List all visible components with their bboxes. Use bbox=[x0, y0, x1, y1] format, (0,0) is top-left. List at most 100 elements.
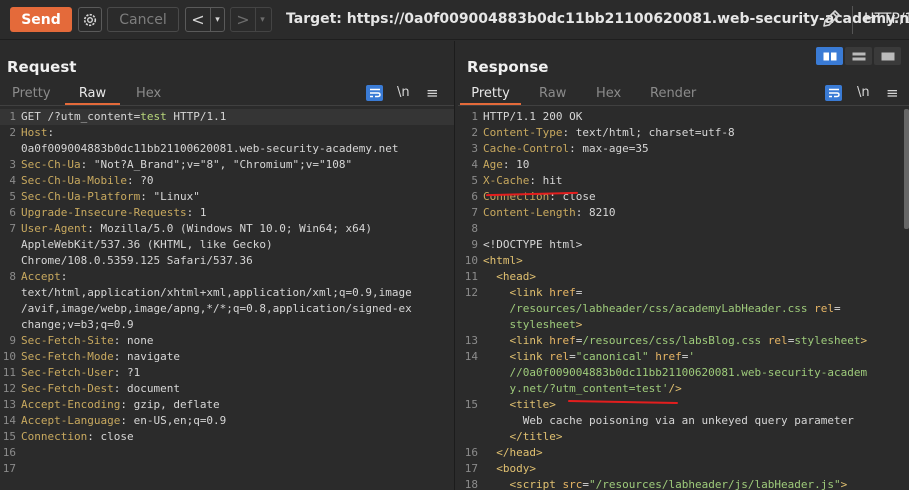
layout-split-vertical-button[interactable] bbox=[845, 47, 872, 65]
line-number: 17 bbox=[2, 462, 16, 475]
code-text: /resources/labheader/css/academyLabHeade… bbox=[483, 301, 841, 317]
layout-toggle-group bbox=[816, 47, 901, 65]
code-token: GET /?utm_content= bbox=[21, 110, 141, 123]
code-text: y.net/?utm_content=test'/> bbox=[483, 381, 682, 397]
line-number: 16 bbox=[2, 446, 16, 459]
code-token: Chrome/108.0.5359.125 Safari/537.36 bbox=[21, 254, 253, 267]
code-token: : "Linux" bbox=[140, 190, 200, 203]
word-wrap-toggle[interactable] bbox=[366, 85, 383, 101]
code-token: AppleWebKit/537.36 (KHTML, like Gecko) bbox=[21, 238, 273, 251]
tab-render[interactable]: Render bbox=[650, 85, 696, 105]
line-number bbox=[458, 429, 483, 445]
show-newlines-toggle[interactable]: \n bbox=[857, 85, 870, 100]
code-token: Age bbox=[483, 158, 503, 171]
target-label: Target: https://0a0f009004883b0dc11bb211… bbox=[286, 11, 909, 27]
response-scrollbar[interactable] bbox=[904, 109, 909, 229]
code-token: Sec-Fetch-User bbox=[21, 366, 114, 379]
forward-dropdown[interactable]: ▾ bbox=[255, 8, 269, 31]
code-line: 8 Accept: bbox=[0, 269, 454, 285]
line-number: 13 bbox=[464, 334, 478, 347]
menu-icon[interactable]: ≡ bbox=[886, 84, 899, 102]
code-token: <title> bbox=[509, 398, 556, 411]
layout-single-button[interactable] bbox=[874, 47, 901, 65]
back-dropdown[interactable]: ▾ bbox=[210, 8, 224, 31]
code-token: : text/html; charset=utf-8 bbox=[562, 126, 735, 139]
tab-raw[interactable]: Raw bbox=[539, 85, 566, 105]
line-number: 16 bbox=[464, 446, 478, 459]
code-text: <link href=/resources/css/labsBlog.css r… bbox=[483, 333, 868, 349]
line-number: 17 bbox=[464, 462, 478, 475]
settings-button[interactable] bbox=[78, 7, 102, 32]
response-title: Response bbox=[467, 58, 549, 76]
code-text: HTTP/1.1 200 OK bbox=[483, 109, 582, 125]
back-button[interactable]: < bbox=[186, 8, 210, 31]
code-token: : gzip, deflate bbox=[120, 398, 220, 411]
wrap-lines-icon bbox=[369, 88, 381, 98]
code-token: src bbox=[562, 478, 583, 490]
code-token: </head> bbox=[496, 446, 543, 459]
request-panel: Request Pretty Raw Hex \n ≡ 1 GET /?utm_c… bbox=[0, 41, 455, 490]
show-newlines-toggle[interactable]: \n bbox=[397, 85, 410, 100]
code-text: Web cache poisoning via an unkeyed query… bbox=[483, 413, 854, 429]
line-number: 6 bbox=[9, 206, 16, 219]
code-text: text/html,application/xhtml+xml,applicat… bbox=[21, 285, 412, 301]
code-line: /resources/labheader/css/academyLabHeade… bbox=[458, 301, 909, 317]
code-token: <!DOCTYPE html> bbox=[483, 238, 583, 251]
pencil-icon[interactable] bbox=[820, 8, 842, 30]
response-editor[interactable]: 1 HTTP/1.1 200 OK 2 Content-Type: text/html… bbox=[458, 109, 909, 490]
tab-hex[interactable]: Hex bbox=[136, 85, 161, 105]
line-number bbox=[458, 381, 483, 397]
code-token: <link bbox=[509, 350, 550, 363]
code-line: 15 Connection: close bbox=[0, 429, 454, 445]
code-text: stylesheet> bbox=[483, 317, 583, 333]
code-token: Connection bbox=[21, 430, 88, 443]
word-wrap-toggle[interactable] bbox=[825, 85, 842, 101]
code-token: = bbox=[834, 302, 841, 315]
columns-icon bbox=[823, 52, 836, 60]
code-text: X-Cache: hit bbox=[483, 173, 562, 189]
tab-pretty[interactable]: Pretty bbox=[460, 85, 521, 105]
layout-split-horizontal-button[interactable] bbox=[816, 47, 843, 65]
code-line: 17 <body> bbox=[458, 461, 909, 477]
tab-pretty[interactable]: Pretty bbox=[12, 85, 51, 105]
code-line: 12 Sec-Fetch-Dest: document bbox=[0, 381, 454, 397]
code-text: <link rel="canonical" href=' bbox=[483, 349, 695, 365]
line-number: 11 bbox=[464, 270, 478, 283]
code-token: Cache-Control bbox=[483, 142, 570, 155]
send-button[interactable]: Send bbox=[10, 7, 72, 32]
code-text: Host: bbox=[21, 125, 54, 141]
code-token: : bbox=[60, 270, 68, 283]
request-editor[interactable]: 1 GET /?utm_content=test HTTP/1.1 2 Host: 0a… bbox=[0, 109, 454, 477]
line-number: 9 bbox=[471, 238, 478, 251]
http-version[interactable]: HTTP/1 bbox=[864, 11, 909, 27]
code-token: Accept bbox=[21, 270, 61, 283]
line-number: 1 bbox=[9, 110, 16, 123]
tab-hex[interactable]: Hex bbox=[596, 85, 621, 105]
line-number bbox=[0, 301, 21, 317]
code-text: /avif,image/webp,image/apng,*/*;q=0.8,ap… bbox=[21, 301, 412, 317]
code-line: 13 Accept-Encoding: gzip, deflate bbox=[0, 397, 454, 413]
code-token: /> bbox=[668, 382, 682, 395]
code-line: /avif,image/webp,image/apng,*/*;q=0.8,ap… bbox=[0, 301, 454, 317]
code-token: = bbox=[575, 286, 583, 299]
code-line: 11 <head> bbox=[458, 269, 909, 285]
cancel-button[interactable]: Cancel bbox=[107, 7, 179, 32]
forward-button[interactable]: > bbox=[231, 8, 255, 31]
tab-raw[interactable]: Raw bbox=[65, 85, 120, 105]
code-token: //0a0f009004883b0dc11bb21100620081.web-s… bbox=[509, 366, 868, 379]
line-number bbox=[458, 301, 483, 317]
code-line: 5 Sec-Ch-Ua-Platform: "Linux" bbox=[0, 189, 454, 205]
code-line: 11 Sec-Fetch-User: ?1 bbox=[0, 365, 454, 381]
line-number: 9 bbox=[9, 334, 16, 347]
line-number bbox=[0, 141, 21, 157]
code-text: Upgrade-Insecure-Requests: 1 bbox=[21, 205, 206, 221]
line-number: 5 bbox=[9, 190, 16, 203]
code-token: : document bbox=[113, 382, 180, 395]
menu-icon[interactable]: ≡ bbox=[426, 84, 439, 102]
code-line: 8 bbox=[458, 221, 909, 237]
